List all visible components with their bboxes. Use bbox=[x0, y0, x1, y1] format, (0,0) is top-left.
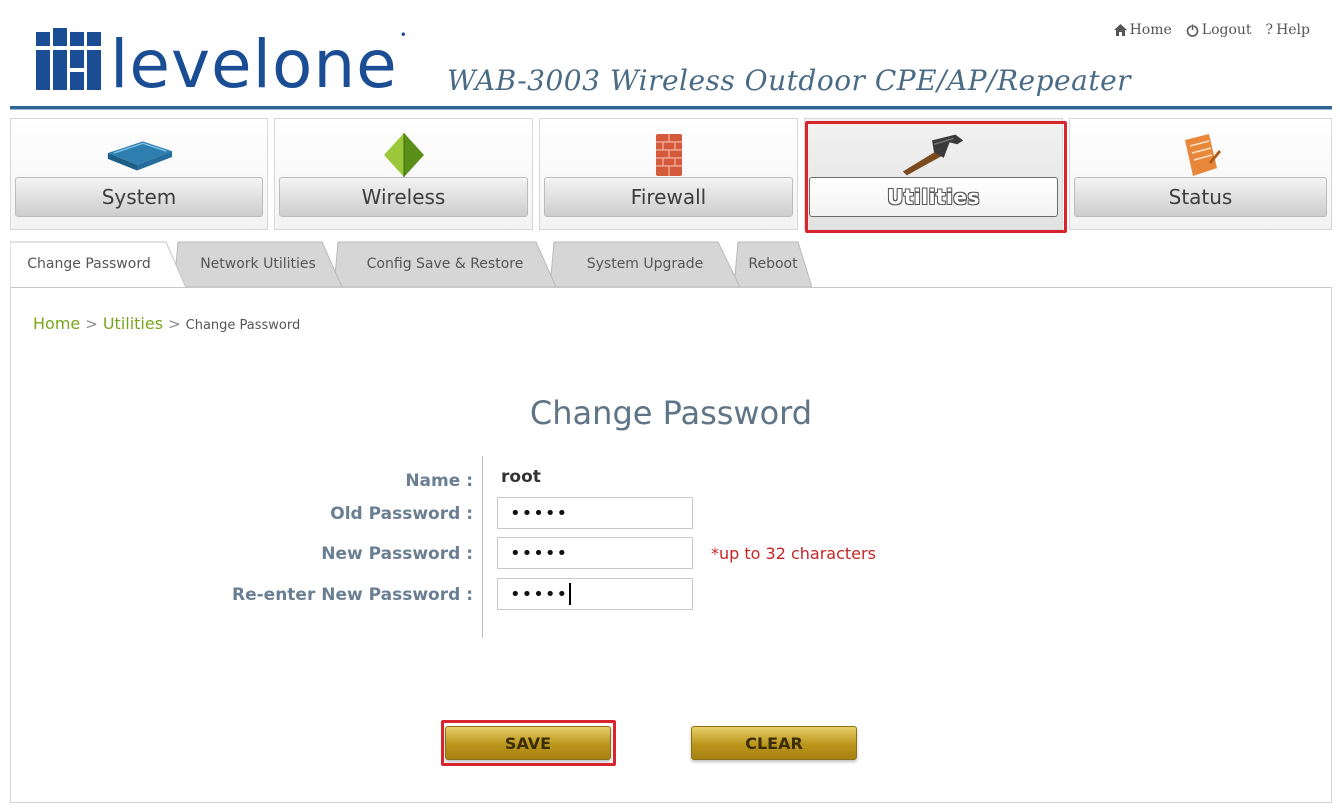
page-title: Change Password bbox=[529, 394, 813, 432]
levelone-logo: levelone • bbox=[36, 26, 407, 103]
new-password-input[interactable]: ••••• bbox=[497, 537, 693, 569]
help-link[interactable]: ? Help bbox=[1266, 22, 1310, 38]
reenter-password-label: Re-enter New Password : bbox=[231, 585, 473, 605]
header-divider bbox=[10, 106, 1332, 110]
main-nav: System Wireless Firewall Utilities Statu… bbox=[10, 118, 1332, 236]
reenter-password-value: ••••• bbox=[510, 583, 569, 605]
nav-item-system[interactable]: System bbox=[10, 118, 268, 230]
subtabs: Reboot System Upgrade Config Save & Rest… bbox=[10, 240, 1332, 288]
help-link-label: Help bbox=[1276, 22, 1310, 38]
tab-change-password-label: Change Password bbox=[27, 256, 151, 272]
nav-item-firewall[interactable]: Firewall bbox=[539, 118, 798, 230]
nav-label-status: Status bbox=[1074, 177, 1327, 217]
nav-label-wireless: Wireless bbox=[279, 177, 528, 217]
registered-mark: • bbox=[399, 28, 407, 42]
notepad-icon bbox=[1166, 129, 1236, 181]
breadcrumb-separator: > bbox=[168, 315, 181, 333]
brand-name: levelone bbox=[110, 26, 398, 103]
header: levelone • WAB-3003 Wireless Outdoor CPE… bbox=[10, 8, 1332, 108]
nav-item-status[interactable]: Status bbox=[1069, 118, 1332, 230]
nav-item-wireless[interactable]: Wireless bbox=[274, 118, 533, 230]
save-button[interactable]: SAVE bbox=[445, 726, 611, 760]
content-panel: Home > Utilities > Change Password Chang… bbox=[10, 287, 1332, 803]
product-title: WAB-3003 Wireless Outdoor CPE/AP/Repeate… bbox=[447, 64, 1132, 97]
nav-label-system: System bbox=[15, 177, 263, 217]
old-password-value: ••••• bbox=[510, 502, 569, 524]
logout-link[interactable]: Logout bbox=[1186, 22, 1252, 38]
text-caret bbox=[569, 583, 572, 605]
name-value: root bbox=[501, 467, 541, 487]
password-length-hint: *up to 32 characters bbox=[711, 544, 876, 563]
old-password-input[interactable]: ••••• bbox=[497, 497, 693, 529]
form-divider bbox=[482, 456, 483, 638]
tab-change-password[interactable]: Change Password bbox=[10, 240, 186, 288]
breadcrumb-current: Change Password bbox=[185, 318, 301, 333]
reenter-password-input[interactable]: ••••• bbox=[497, 578, 693, 610]
tab-reboot-label: Reboot bbox=[748, 256, 798, 272]
tab-config-save-restore[interactable]: Config Save & Restore bbox=[334, 240, 556, 288]
power-icon bbox=[1186, 23, 1199, 37]
router-icon bbox=[104, 129, 174, 181]
new-password-value: ••••• bbox=[510, 542, 569, 564]
tab-reboot[interactable]: Reboot bbox=[734, 240, 812, 288]
old-password-label: Old Password : bbox=[330, 504, 473, 524]
tab-network-utilities[interactable]: Network Utilities bbox=[174, 240, 342, 288]
home-icon bbox=[1113, 24, 1127, 36]
new-password-label: New Password : bbox=[321, 544, 473, 564]
breadcrumb-separator: > bbox=[85, 315, 98, 333]
home-link-label: Home bbox=[1129, 22, 1172, 38]
breadcrumb-home-link[interactable]: Home bbox=[33, 314, 80, 333]
wireless-pyramid-icon bbox=[369, 129, 439, 181]
nav-label-utilities: Utilities bbox=[809, 177, 1058, 217]
logout-link-label: Logout bbox=[1201, 22, 1252, 38]
header-links: Home Logout ? Help bbox=[1113, 22, 1310, 38]
firewall-brick-icon bbox=[634, 129, 704, 181]
home-link[interactable]: Home bbox=[1113, 22, 1172, 38]
breadcrumb-utilities-link[interactable]: Utilities bbox=[103, 314, 163, 333]
levelone-logo-mark-icon bbox=[36, 28, 102, 94]
tab-system-upgrade-label: System Upgrade bbox=[586, 256, 704, 272]
tab-config-save-restore-label: Config Save & Restore bbox=[366, 256, 524, 272]
tab-system-upgrade[interactable]: System Upgrade bbox=[550, 240, 740, 288]
question-icon: ? bbox=[1265, 22, 1274, 38]
clear-button[interactable]: CLEAR bbox=[691, 726, 857, 760]
hammer-icon bbox=[899, 129, 969, 181]
name-label: Name : bbox=[405, 471, 473, 491]
tab-network-utilities-label: Network Utilities bbox=[200, 256, 316, 272]
breadcrumb: Home > Utilities > Change Password bbox=[33, 314, 300, 333]
nav-label-firewall: Firewall bbox=[544, 177, 793, 217]
nav-item-utilities[interactable]: Utilities bbox=[804, 118, 1063, 230]
